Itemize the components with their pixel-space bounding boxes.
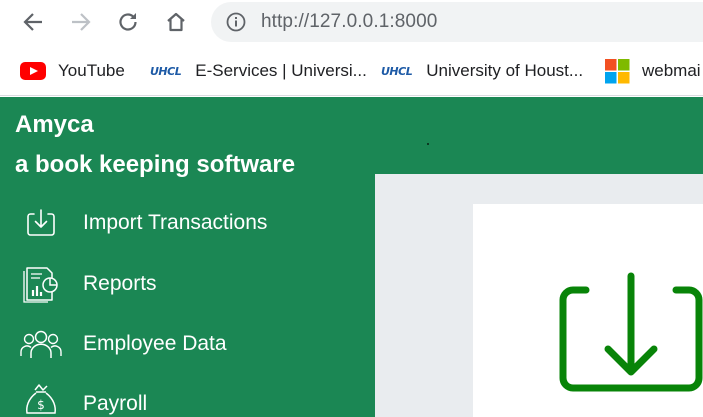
youtube-icon [20,62,46,80]
menu-item-import-transactions[interactable]: Import Transactions [0,193,375,253]
menu-item-label: Reports [83,272,157,295]
forward-button[interactable] [64,5,98,39]
menu-item-employee-data[interactable]: Employee Data [0,314,375,374]
reports-icon [20,263,62,305]
address-bar[interactable]: http://127.0.0.1:8000 [211,2,703,42]
app-tagline: a book keeping software [15,151,296,178]
uhcl-icon: UHCL [150,64,182,78]
browser-toolbar: http://127.0.0.1:8000 [0,0,703,46]
svg-text:$: $ [37,398,45,412]
large-import-icon [559,272,703,392]
menu-item-label: Payroll [83,392,148,415]
menu-item-payroll[interactable]: $ Payroll [0,374,375,417]
app-page: Amyca a book keeping software Import Tra… [0,97,703,417]
uhcl-icon: UHCL [381,64,413,78]
back-button[interactable] [16,5,50,39]
menu-item-label: Employee Data [83,332,227,355]
home-icon [167,12,185,32]
bookmark-youtube[interactable]: YouTube [20,58,125,84]
back-arrow-icon [23,13,42,31]
employees-icon [20,323,62,365]
forward-arrow-icon [72,13,91,31]
url-text[interactable]: http://127.0.0.1:8000 [261,11,437,33]
site-info-icon[interactable] [226,12,246,32]
import-card[interactable] [473,204,703,417]
brand: Amyca a book keeping software [15,105,295,185]
bookmark-eservices[interactable]: UHCL E-Services | Universi... [150,58,367,84]
bookmark-university-of-houston[interactable]: UHCL University of Houst... [381,58,583,84]
reload-button[interactable] [111,5,145,39]
home-button[interactable] [159,5,193,39]
microsoft-icon [605,58,630,83]
bookmark-webmail[interactable]: webmai [605,58,701,84]
reload-icon [119,13,137,31]
stray-dot [427,143,429,145]
bookmarks-bar: YouTube UHCL E-Services | Universi... UH… [0,46,703,96]
app-name: Amyca [15,111,94,138]
import-icon [20,202,62,244]
menu-item-reports[interactable]: Reports [0,254,375,314]
payroll-icon: $ [20,383,62,417]
main-content [375,174,703,417]
menu-item-label: Import Transactions [83,211,268,234]
